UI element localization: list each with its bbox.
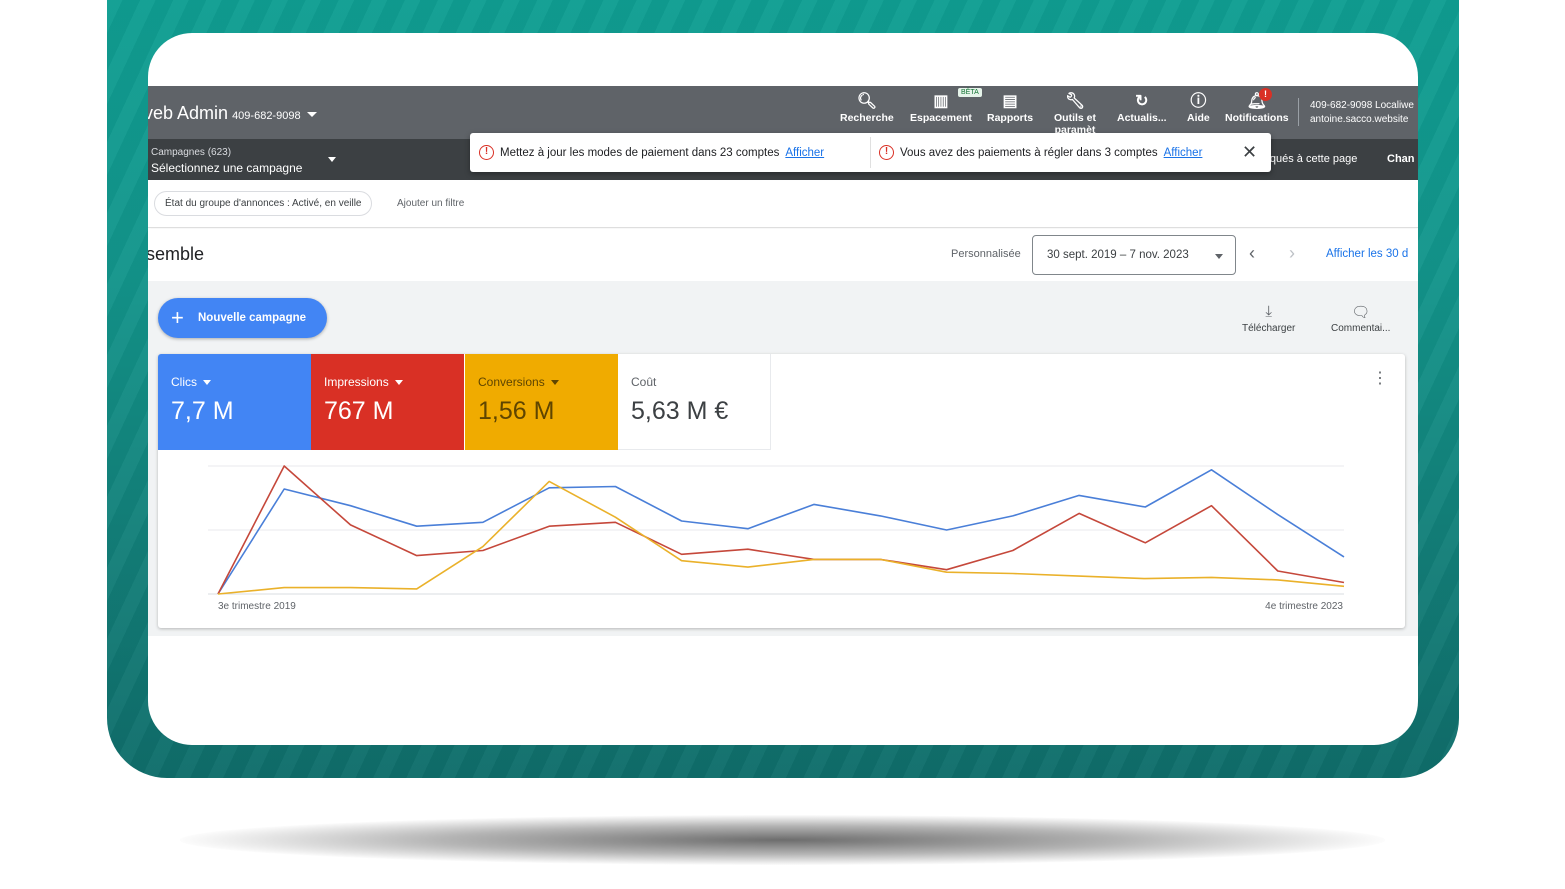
user-line-2: antoine.sacco.website — [1310, 114, 1409, 125]
chart-series-line-0 — [217, 469, 1345, 595]
comments-label: Commentai... — [1331, 323, 1391, 334]
plus-icon: + — [171, 305, 184, 330]
chevron-down-icon[interactable] — [328, 157, 336, 162]
close-icon[interactable]: ✕ — [1242, 142, 1257, 162]
new-campaign-button[interactable]: + Nouvelle campagne — [158, 298, 327, 338]
alert-payments-due: ! Vous avez des paiements à régler dans … — [879, 133, 1202, 172]
alert-banner: ! Mettez à jour les modes de paiement da… — [470, 133, 1271, 172]
refresh-icon: ↻ — [1135, 93, 1149, 110]
bell-icon: 🔔︎ — [1246, 93, 1267, 110]
show-last-30-days-link[interactable]: Afficher les 30 d — [1326, 248, 1408, 260]
stage: veb Admin 409-682-9098 🔍︎ Recherche ▥ Esp… — [0, 0, 1565, 889]
user-line-1: 409-682-9098 Localiwe — [1310, 100, 1414, 111]
error-icon: ! — [879, 145, 894, 160]
divider — [1298, 98, 1299, 126]
tool-search[interactable]: 🔍︎ Recherche — [840, 92, 894, 124]
date-range-picker[interactable]: 30 sept. 2019 – 7 nov. 2023 — [1032, 235, 1236, 275]
account-switcher[interactable]: veb Admin 409-682-9098 — [148, 103, 317, 124]
chevron-left-icon[interactable]: ‹ — [1249, 243, 1255, 264]
divider — [870, 137, 871, 168]
campaign-selector[interactable]: Sélectionnez une campagne — [151, 161, 302, 175]
tool-label: Actualis... — [1117, 112, 1167, 124]
applied-filters-link[interactable]: liqués à cette page — [1265, 153, 1357, 165]
wrench-icon: 🔧︎ — [1064, 93, 1086, 110]
tool-settings[interactable]: 🔧︎ Outils et paramèt — [1054, 92, 1096, 136]
x-axis-start-label: 3e trimestre 2019 — [218, 601, 296, 612]
device-shadow — [180, 815, 1385, 865]
performance-chart — [208, 465, 1345, 595]
app-title: veb Admin — [148, 103, 229, 123]
main-content: + Nouvelle campagne ⤓ Télécharger 🗨︎ Com… — [148, 281, 1418, 636]
comments-button[interactable]: 🗨︎ Commentai... — [1331, 303, 1390, 334]
download-button[interactable]: ⤓ Télécharger — [1242, 303, 1295, 334]
notification-badge: ! — [1259, 88, 1272, 101]
tool-label: Recherche — [840, 112, 894, 124]
performance-card: Clics 7,7 M Impressions 767 M Conversion… — [158, 354, 1405, 628]
tool-refresh[interactable]: ↻ Actualis... — [1117, 92, 1167, 124]
date-range-value: 30 sept. 2019 – 7 nov. 2023 — [1047, 249, 1189, 261]
page-header: semble Personnalisée 30 sept. 2019 – 7 n… — [148, 229, 1418, 281]
alert-show-link[interactable]: Afficher — [1164, 147, 1203, 159]
alert-payment-methods: ! Mettez à jour les modes de paiement da… — [479, 133, 824, 172]
download-label: Télécharger — [1242, 323, 1296, 334]
period-type: Personnalisée — [951, 248, 1021, 260]
page-title: semble — [148, 244, 205, 264]
tool-label: Aide — [1187, 112, 1210, 124]
chevron-right-icon[interactable]: › — [1289, 243, 1295, 264]
tool-help[interactable]: ⓘ Aide — [1187, 92, 1210, 124]
comment-icon: 🗨︎ — [1351, 304, 1371, 321]
alert-text: Vous avez des paiements à régler dans 3 … — [900, 146, 1158, 159]
alert-text: Mettez à jour les modes de paiement dans… — [500, 146, 780, 159]
chevron-down-icon — [306, 111, 317, 117]
error-icon: ! — [479, 145, 494, 160]
tool-label: Notifications — [1225, 112, 1289, 124]
add-filter-button[interactable]: Ajouter un filtre — [397, 198, 464, 209]
reports-icon: ▤ — [1002, 93, 1018, 110]
user-account[interactable]: 409-682-9098 Localiwe antoine.sacco.webs… — [1310, 99, 1414, 127]
chevron-down-icon — [1215, 254, 1223, 259]
filter-bar: État du groupe d'annonces : Activé, en v… — [148, 180, 1418, 228]
tool-reports[interactable]: ▤ Rapports — [987, 92, 1033, 124]
download-icon: ⤓ — [1265, 303, 1272, 320]
x-axis-end-label: 4e trimestre 2023 — [1265, 601, 1343, 612]
search-icon: 🔍︎ — [856, 93, 877, 110]
beta-badge: BÊTA — [958, 88, 982, 97]
change-link[interactable]: Chan — [1387, 153, 1415, 165]
top-bar: veb Admin 409-682-9098 🔍︎ Recherche ▥ Esp… — [148, 86, 1418, 139]
account-id: 409-682-9098 — [232, 110, 301, 122]
tool-label: Rapports — [987, 112, 1034, 124]
filter-chip[interactable]: État du groupe d'annonces : Activé, en v… — [154, 191, 373, 216]
help-icon: ⓘ — [1190, 93, 1207, 110]
alert-show-link[interactable]: Afficher — [785, 147, 824, 159]
tool-label: Espacement — [910, 112, 972, 124]
chart-series-line-2 — [217, 480, 1345, 595]
tool-notifications[interactable]: 🔔︎ Notifications — [1225, 92, 1289, 124]
new-campaign-label: Nouvelle campagne — [198, 312, 307, 324]
screen: veb Admin 409-682-9098 🔍︎ Recherche ▥ Esp… — [148, 33, 1418, 745]
campaigns-count: Campagnes (623) — [151, 147, 232, 158]
